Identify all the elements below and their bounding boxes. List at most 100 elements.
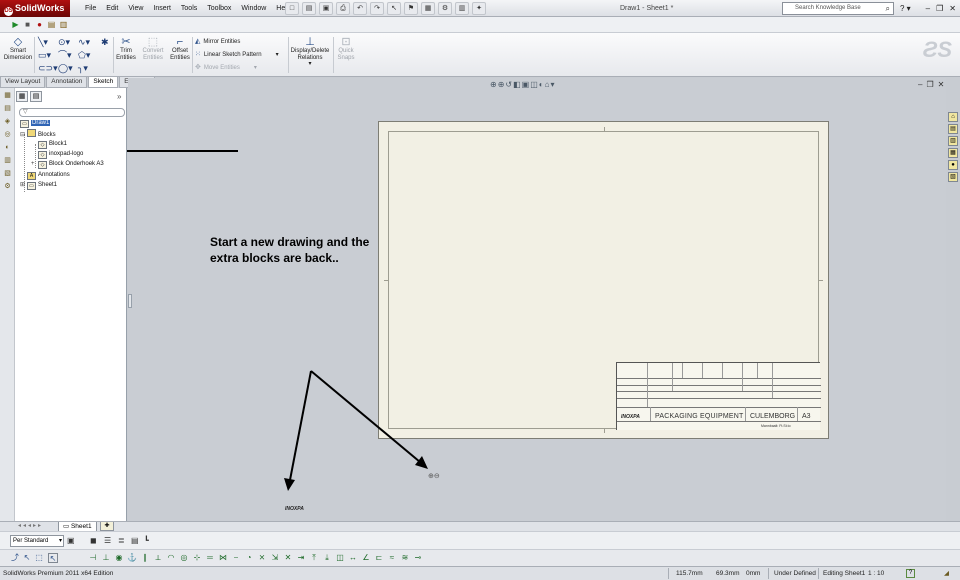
feature-manager-panel: ▦ ▤ ◈ ◎ ◐ ▥ ▧ ⚙ ▦ ▤ » ▽ ▭ Draw1 ⊟ Blocks ◇… — [0, 88, 127, 521]
tree-filter-input[interactable]: ▽ — [19, 108, 125, 117]
relation-horizontal-icon[interactable]: ⊣ — [88, 553, 98, 563]
tree-inoxpad-logo-label: inoxpad-logo — [49, 151, 84, 157]
expand-toggle-icon[interactable]: + — [31, 160, 38, 169]
status-divider — [668, 568, 669, 579]
property-manager-tab-icon[interactable]: ▤ — [2, 104, 13, 114]
sheet-navigation-arrows-icon[interactable]: ◂◂◂▸▸ — [18, 522, 43, 531]
sheet-tab-icon[interactable]: ▧ — [2, 169, 13, 179]
relation-merge-icon[interactable]: ⨯ — [257, 553, 267, 563]
relation-coradial-icon[interactable]: ◔ — [244, 553, 254, 563]
tree-item-sheet1[interactable]: ⊞ ▭ Sheet1 — [20, 181, 57, 190]
tree-item-block1[interactable]: ◇ Block1 — [38, 140, 67, 149]
drawing-icon: ▭ — [20, 120, 29, 128]
relation-fixed-length-icon[interactable]: ⊸ — [413, 553, 423, 563]
add-sheet-button[interactable]: ✚ — [100, 522, 114, 531]
configuration-tab-icon[interactable]: ◈ — [2, 117, 13, 127]
relation-along-y-icon[interactable]: ⤒ — [309, 553, 319, 563]
collapse-toggle-icon[interactable]: ⊟ — [20, 131, 27, 140]
tree-item-inoxpad-logo[interactable]: ◇ inoxpad-logo — [38, 150, 83, 159]
relation-midplane-icon[interactable]: ◫ — [335, 553, 345, 563]
folder-icon — [27, 129, 36, 137]
status-z-coordinate: 0mm — [746, 570, 761, 577]
sketch-relations-toolbar: ⤴ ↖ ⬚ ↖ ⊣ ⊥ ◉ ⚓ ∥ ⟂ ◠ ◎ ⊹ ═ ⋈ ⎯ ◔ ⨯ ⇲ ✕ … — [0, 549, 960, 566]
relation-perpendicular-icon[interactable]: ⟂ — [153, 553, 163, 563]
relation-intersection-icon[interactable]: ✕ — [283, 553, 293, 563]
settings-tab-icon[interactable]: ⚙ — [2, 182, 13, 192]
arrow-to-stray-mark — [310, 370, 421, 463]
relation-parallel-icon[interactable]: ∥ — [140, 553, 150, 563]
stray-block-insert-point-icon[interactable]: ⊕⊖ — [428, 472, 440, 480]
relation-equal-icon[interactable]: ═ — [205, 553, 215, 563]
properties-tab-icon[interactable]: ▤ — [30, 91, 42, 102]
sheet-tab-bar: ◂◂◂▸▸ ▭ Sheet1 ✚ — [0, 521, 960, 532]
relation-fix-icon[interactable]: ⚓ — [127, 553, 137, 563]
relation-symmetric-curve-icon[interactable]: ≋ — [400, 553, 410, 563]
relation-along-z-icon[interactable]: ⤓ — [322, 553, 332, 563]
status-help-icon[interactable]: ? — [906, 569, 915, 578]
layer-toolbar: Per Standard ▾ ▣ ◼ ☰ ≣ ▤ ┗ — [0, 531, 960, 549]
color-display-mode-icon[interactable]: ┗ — [144, 536, 149, 546]
line-color-icon[interactable]: ◼ — [90, 536, 97, 546]
chevron-down-icon[interactable]: ▾ — [59, 536, 62, 546]
status-sketch-state: Under Defined — [774, 570, 816, 577]
stray-logo-block[interactable]: INOXPA — [285, 506, 304, 512]
panel-side-strip: ▦ ▤ ◈ ◎ ◐ ▥ ▧ ⚙ — [0, 88, 15, 521]
annotations-icon: A — [27, 172, 36, 180]
relation-vertical-icon[interactable]: ⊥ — [101, 553, 111, 563]
arrowhead-down-right — [415, 456, 428, 469]
select-icon[interactable]: ↖ — [22, 553, 32, 563]
relation-symmetric-icon[interactable]: ⋈ — [218, 553, 228, 563]
relation-angle-icon[interactable]: ∠ — [361, 553, 371, 563]
tree-block-onderhoek-label: Block Onderhoek A3 — [49, 161, 104, 167]
tree-item-blocks[interactable]: ⊟ Blocks — [20, 129, 56, 140]
pointer-icon[interactable]: ↖ — [48, 553, 58, 563]
panel-tabs: ▦ ▤ — [16, 91, 42, 102]
relation-distance-icon[interactable]: ↔ — [348, 553, 358, 563]
relation-tangent-icon[interactable]: ◠ — [166, 553, 176, 563]
hide-show-edges-icon[interactable]: ▤ — [131, 536, 139, 546]
feature-tree-tab-icon[interactable]: ▦ — [16, 91, 28, 102]
arrow-to-stray-logo — [289, 370, 312, 481]
relation-along-x-icon[interactable]: ⇥ — [296, 553, 306, 563]
layer-select-value: Per Standard — [13, 538, 49, 544]
tree-block1-label: Block1 — [49, 141, 68, 147]
tree-root-label: Draw1 — [31, 120, 51, 126]
relation-collinear-icon[interactable]: ⎯ — [231, 553, 241, 563]
relation-concentric-icon[interactable]: ◎ — [179, 553, 189, 563]
display-manager-tab-icon[interactable]: ◐ — [2, 143, 13, 153]
dimxpert-tab-icon[interactable]: ◎ — [2, 130, 13, 140]
status-y-coordinate: 69.3mm — [716, 570, 740, 577]
status-editing: Editing Sheet1 — [823, 570, 866, 577]
sheet-icon: ▭ — [27, 182, 36, 190]
tree-annotations-label: Annotations — [38, 172, 70, 178]
arrowhead-down-left — [284, 478, 295, 491]
layer-tab-icon[interactable]: ▥ — [2, 156, 13, 166]
annotation-arrows — [104, 145, 428, 491]
tree-blocks-label: Blocks — [38, 132, 56, 138]
status-bar: SolidWorks Premium 2011 x64 Edition 115.… — [0, 566, 960, 580]
panel-splitter-handle[interactable] — [128, 294, 132, 308]
box-select-icon[interactable]: ⬚ — [34, 553, 44, 563]
layer-select[interactable]: Per Standard ▾ — [10, 535, 64, 547]
relation-coincident-icon[interactable]: ◉ — [114, 553, 124, 563]
relation-midpoint-icon[interactable]: ⊹ — [192, 553, 202, 563]
tree-sheet1-label: Sheet1 — [38, 182, 58, 188]
layer-properties-icon[interactable]: ▣ — [67, 536, 75, 546]
relation-pierce-icon[interactable]: ⇲ — [270, 553, 280, 563]
tree-root-draw1[interactable]: ▭ Draw1 — [20, 119, 51, 128]
tree-item-block-onderhoek[interactable]: + ◇ Block Onderhoek A3 — [31, 160, 104, 169]
select-chain-icon[interactable]: ⤴ — [10, 553, 20, 563]
sheet-tab-icon: ▭ — [63, 523, 71, 530]
expand-panel-icon[interactable]: » — [117, 92, 121, 101]
line-thickness-icon[interactable]: ☰ — [104, 536, 111, 546]
status-divider — [818, 568, 819, 579]
status-scale[interactable]: 1 : 10 — [868, 567, 884, 580]
expand-toggle-icon[interactable]: ⊞ — [20, 181, 27, 190]
block-icon: ◇ — [38, 141, 47, 149]
line-style-icon[interactable]: ≣ — [118, 536, 125, 546]
feature-manager-tab-icon[interactable]: ▦ — [2, 91, 13, 101]
resize-grip-icon[interactable]: ◢ — [944, 567, 949, 580]
relation-offset-icon[interactable]: ⊏ — [374, 553, 384, 563]
tree-item-annotations[interactable]: A Annotations — [27, 171, 70, 180]
relation-equal-curve-icon[interactable]: ≈ — [387, 553, 397, 563]
